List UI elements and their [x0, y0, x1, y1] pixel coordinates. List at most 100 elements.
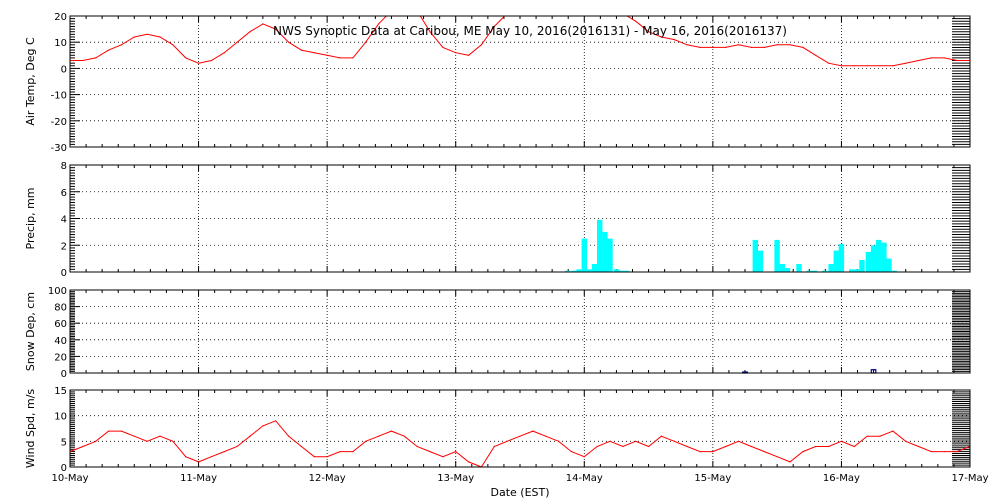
wind-data-point — [738, 440, 740, 442]
panel-frame — [69, 389, 971, 468]
x-tick-label: 11-May — [180, 473, 217, 484]
temp-data-point — [892, 65, 894, 67]
precip-bar — [876, 239, 882, 272]
x-tick-label: 17-May — [951, 473, 988, 484]
y-tick-label: 20 — [54, 352, 67, 363]
wind-data-point — [339, 451, 341, 453]
wind-data-point — [596, 445, 598, 448]
y-tick-label: -10 — [51, 91, 67, 102]
precip-bar — [752, 239, 758, 272]
temp-data-point — [352, 57, 354, 59]
temp-data-point — [750, 46, 753, 49]
wind-data-point — [120, 430, 122, 432]
wind-data-point — [249, 435, 251, 437]
y-tick-label: 100 — [48, 286, 67, 297]
temp-data-point — [622, 13, 623, 14]
temp-data-point — [172, 44, 174, 46]
wind-data-point — [712, 451, 714, 453]
wind-data-point — [198, 461, 200, 463]
y-tick-label: 10 — [54, 38, 67, 49]
wind-data-point — [763, 451, 765, 453]
temp-data-point — [930, 57, 933, 59]
temp-data-point — [905, 62, 907, 64]
wind-data-point — [532, 430, 534, 432]
wind-data-point — [853, 445, 855, 448]
wind-data-point — [403, 435, 405, 437]
y-tick-label: 4 — [61, 215, 67, 226]
chart-title: NWS Synoptic Data at Caribou, ME May 10,… — [273, 24, 787, 38]
precip-bar — [784, 268, 791, 272]
wind-data-point — [352, 451, 354, 453]
wind-data-point — [943, 451, 945, 453]
temp-data-point — [558, 13, 559, 14]
wind-data-point — [390, 430, 392, 432]
temp-data-point — [108, 49, 110, 51]
precip-bar — [870, 245, 877, 273]
x-tick-label: 14-May — [566, 473, 603, 484]
wind-data-point — [468, 461, 470, 463]
temp-data-point — [442, 46, 444, 49]
wind-data-point — [210, 456, 212, 458]
temp-data-point — [853, 65, 855, 67]
temp-data-point — [776, 44, 778, 46]
x-tick-label: 13-May — [437, 473, 474, 484]
precip-bar — [597, 219, 603, 272]
temp-data-point — [712, 46, 714, 49]
wind-data-point — [95, 440, 97, 442]
wind-data-point — [223, 451, 225, 453]
precip-bar — [796, 264, 802, 272]
temp-data-point — [82, 59, 84, 62]
wind-data-point — [82, 445, 84, 448]
wind-series-line — [70, 420, 970, 467]
temp-data-point — [699, 46, 701, 49]
precip-bar — [757, 250, 764, 272]
temp-data-point — [584, 5, 585, 6]
wind-data-point — [108, 430, 110, 432]
temp-data-point — [468, 54, 470, 56]
temp-data-point — [391, 10, 392, 11]
y-tick-label: -20 — [51, 117, 67, 128]
y-tick-label: 0 — [61, 369, 67, 380]
wind-data-point — [635, 440, 637, 442]
wind-data-point — [918, 445, 920, 448]
y-tick-label: 40 — [54, 336, 67, 347]
temp-data-point — [480, 44, 482, 46]
precip-bar — [859, 260, 865, 272]
temp-data-point — [918, 59, 920, 62]
x-tick-label: 12-May — [309, 473, 346, 484]
wind-data-point — [236, 445, 238, 448]
wind-data-point — [378, 435, 380, 437]
wind-data-point — [146, 440, 148, 442]
wind-data-point — [622, 445, 624, 448]
wind-data-point — [583, 456, 585, 458]
wind-data-point — [262, 425, 264, 427]
wind-data-point — [493, 445, 495, 448]
temp-data-point — [789, 44, 791, 46]
wind-data-point — [776, 456, 778, 458]
wind-data-point — [133, 435, 135, 437]
temp-data-point — [455, 52, 457, 54]
temp-data-point — [879, 65, 881, 67]
precip-bar — [779, 264, 785, 272]
precip-bar — [833, 250, 839, 272]
wind-data-point — [506, 440, 508, 442]
y-tick-label: -30 — [51, 143, 67, 154]
temp-data-point — [597, 5, 598, 6]
temp-data-point — [185, 57, 187, 59]
temp-data-point — [95, 57, 97, 59]
temp-data-point — [763, 46, 765, 49]
temp-data-point — [815, 54, 817, 56]
y-tick-label: 15 — [54, 386, 67, 397]
y-axis-title: Wind Spd, m/s — [24, 389, 37, 469]
wind-data-point — [519, 435, 521, 437]
x-tick-label: 10-May — [51, 473, 88, 484]
wind-data-point — [725, 445, 727, 448]
wind-data-point — [802, 451, 804, 453]
wind-data-point — [648, 445, 650, 448]
x-tick-label: 16-May — [823, 473, 860, 484]
wind-data-point — [416, 445, 418, 448]
temp-data-point — [262, 23, 264, 25]
wind-data-point — [660, 435, 663, 437]
wind-data-point — [288, 435, 290, 437]
precip-bar — [591, 264, 598, 272]
